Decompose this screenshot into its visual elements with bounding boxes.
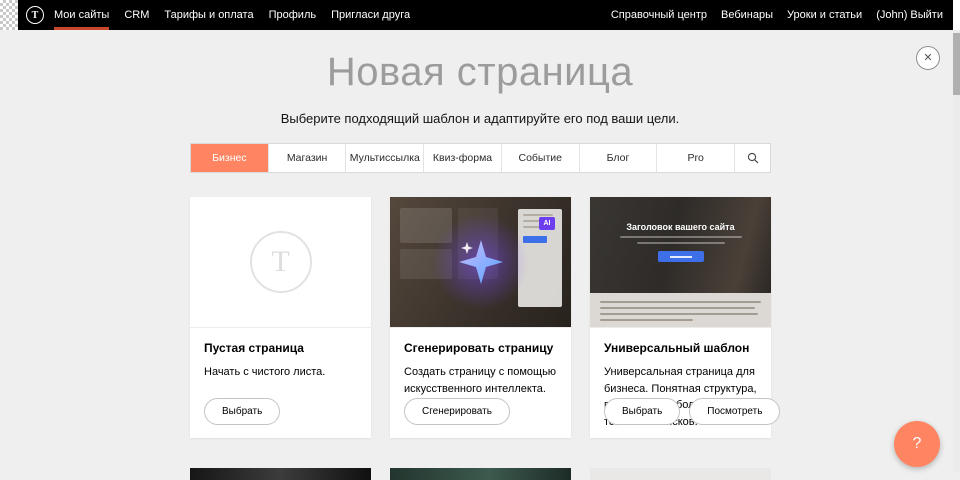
page-subtitle: Выберите подходящий шаблон и адаптируйте… [0,111,960,126]
close-icon[interactable]: ✕ [916,46,940,70]
preview-hero: Заголовок вашего сайта [590,197,771,293]
template-cards-row: T Пустая страница Начать с чистого листа… [190,197,771,438]
scrollbar-thumb[interactable] [953,33,960,95]
transparency-checker [0,0,18,30]
card-title: Сгенерировать страницу [404,341,557,355]
topbar: T Мои сайты CRM Тарифы и оплата Профиль … [0,0,953,30]
tab-shop[interactable]: Магазин [268,144,346,172]
card-title: Универсальный шаблон [604,341,757,355]
universal-template-preview: Заголовок вашего сайта [590,197,771,328]
nav-item-invite-friend[interactable]: Пригласи друга [331,0,410,30]
page-title: Новая страница [0,50,960,95]
tilda-logo-icon[interactable]: T [26,6,44,24]
template-card-stub[interactable] [190,468,371,480]
card-blank-page: T Пустая страница Начать с чистого листа… [190,197,371,438]
view-template-button[interactable]: Посмотреть [689,398,780,425]
ai-generate-preview: AI [390,197,571,328]
preview-text-block [590,293,771,328]
ai-badge: AI [539,217,555,230]
tab-business[interactable]: Бизнес [191,144,268,172]
card-description: Создать страницу с помощью искусственног… [404,364,557,397]
nav-item-webinars[interactable]: Вебинары [721,9,773,21]
nav-item-lessons[interactable]: Уроки и статьи [787,9,862,21]
preview-heading: Заголовок вашего сайта [590,197,771,232]
topbar-nav-left: Мои сайты CRM Тарифы и оплата Профиль Пр… [54,0,410,30]
blank-page-preview: T [190,197,371,328]
choose-template-button[interactable]: Выбрать [604,398,680,425]
preview-cta-button [658,251,704,262]
generate-button[interactable]: Сгенерировать [404,398,510,425]
search-icon [747,152,759,164]
tab-search[interactable] [734,144,770,172]
help-chat-button[interactable]: ? [894,421,940,467]
choose-blank-button[interactable]: Выбрать [204,398,280,425]
template-category-tabs: Бизнес Магазин Мультиссылка Квиз-форма С… [190,143,771,173]
tab-multilink[interactable]: Мультиссылка [345,144,423,172]
card-description: Начать с чистого листа. [204,364,357,381]
tab-event[interactable]: Событие [501,144,579,172]
template-cards-row-2 [190,468,771,480]
tilda-logo-watermark-icon: T [250,231,312,293]
nav-item-logout[interactable]: (John) Выйти [876,9,943,21]
scrollbar [953,0,960,472]
nav-item-help-center[interactable]: Справочный центр [611,9,707,21]
card-generate-page: AI Сгенерировать страницу Создать страни… [390,197,571,438]
nav-item-tariffs[interactable]: Тарифы и оплата [164,0,253,30]
ai-sparkle-icon [433,214,529,310]
card-title: Пустая страница [204,341,357,355]
scrollbar-track[interactable] [953,30,960,472]
tab-blog[interactable]: Блог [579,144,657,172]
template-card-stub[interactable] [590,468,771,480]
card-universal-template: Заголовок вашего сайта Универсальный шаб… [590,197,771,438]
topbar-nav-right: Справочный центр Вебинары Уроки и статьи… [611,9,943,21]
nav-item-crm[interactable]: CRM [124,0,149,30]
nav-item-my-sites[interactable]: Мои сайты [54,0,109,30]
tab-pro[interactable]: Pro [656,144,734,172]
template-card-stub[interactable] [390,468,571,480]
tab-quiz-form[interactable]: Квиз-форма [423,144,501,172]
nav-item-profile[interactable]: Профиль [269,0,317,30]
